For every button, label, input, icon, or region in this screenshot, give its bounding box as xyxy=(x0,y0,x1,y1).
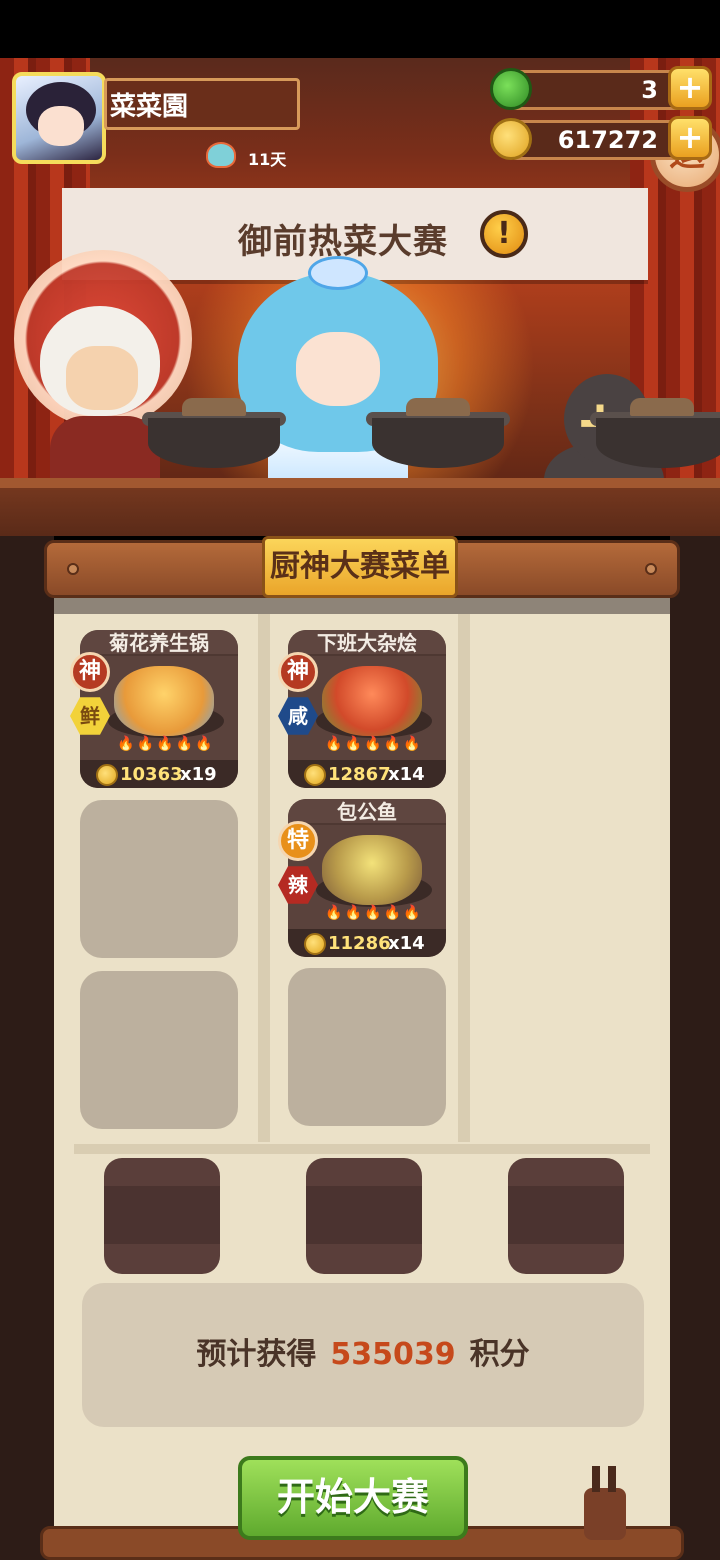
info-alert-icon[interactable]: ! xyxy=(480,210,528,258)
side-panel-left xyxy=(0,536,54,1560)
empty-dish-slot[interactable] xyxy=(80,971,238,1129)
dish-image xyxy=(322,666,422,736)
menu-title: 厨神大赛菜单 xyxy=(262,536,458,598)
coin-icon xyxy=(304,933,326,955)
dish-name: 菊花养生锅 xyxy=(109,631,209,655)
empty-dish-slot[interactable] xyxy=(80,800,238,958)
heat-flames: 🔥🔥🔥🔥🔥 xyxy=(325,736,423,752)
days-count: 11天 xyxy=(248,150,287,169)
heat-flames: 🔥🔥🔥🔥🔥 xyxy=(117,736,215,752)
start-contest-button[interactable]: 开始大赛 xyxy=(238,1456,468,1540)
coin-icon xyxy=(304,764,326,786)
dish-image xyxy=(322,835,422,905)
dish-name: 包公鱼 xyxy=(337,800,397,824)
chef-slot[interactable] xyxy=(508,1158,624,1274)
grade-badge: 特 xyxy=(278,821,318,861)
cooking-pot xyxy=(142,398,286,468)
player-avatar[interactable] xyxy=(12,72,106,164)
chef-slot[interactable] xyxy=(306,1158,422,1274)
dish-name: 下班大杂烩 xyxy=(317,631,417,655)
calendar-icon xyxy=(206,142,236,168)
add-coin-button[interactable]: + xyxy=(668,116,712,160)
grade-badge: 神 xyxy=(278,652,318,692)
add-jade-button[interactable]: + xyxy=(668,66,712,110)
dish-multiplier: x19 xyxy=(180,764,217,785)
stage-counter xyxy=(0,478,720,536)
cooking-pot xyxy=(366,398,510,468)
estimate-points: 535039 xyxy=(330,1337,456,1372)
heat-flames: 🔥🔥🔥🔥🔥 xyxy=(325,905,423,921)
knife-block-icon xyxy=(584,1466,626,1540)
estimate-suffix: 积分 xyxy=(469,1337,530,1372)
dish-score: 11286 xyxy=(328,933,391,954)
coin-icon xyxy=(490,118,532,160)
dish-score: 10363 xyxy=(120,764,183,785)
player-name: 菜菜園 xyxy=(110,92,189,122)
dish-image xyxy=(114,666,214,736)
side-panel-right xyxy=(670,536,720,1560)
grade-badge: 神 xyxy=(70,652,110,692)
cooking-pot xyxy=(590,398,720,468)
estimate-prefix: 预计获得 xyxy=(196,1337,317,1372)
dish-multiplier: x14 xyxy=(388,933,425,954)
dish-multiplier: x14 xyxy=(388,764,425,785)
coin-value: 617272 xyxy=(557,126,658,154)
dish-score: 12867 xyxy=(328,764,391,785)
chef-slot[interactable] xyxy=(104,1158,220,1274)
empty-dish-slot[interactable] xyxy=(288,968,446,1126)
coin-icon xyxy=(96,764,118,786)
status-bar xyxy=(0,0,720,58)
jade-icon xyxy=(490,68,532,110)
jade-value: 3 xyxy=(641,76,658,104)
estimate-box: 预计获得 535039 积分 xyxy=(82,1283,644,1427)
